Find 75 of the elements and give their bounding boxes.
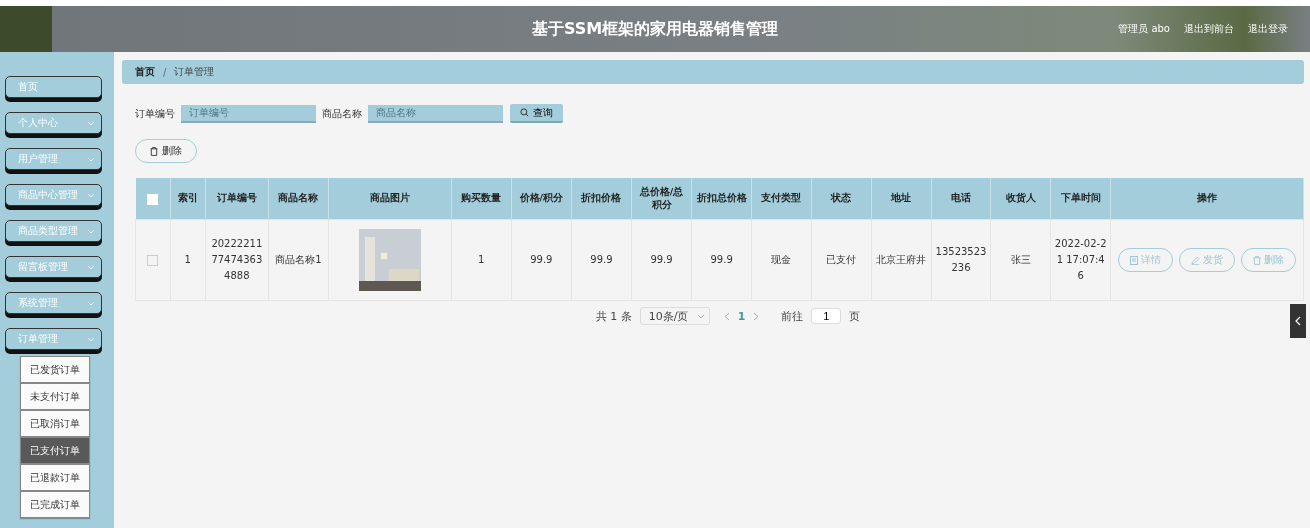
delete-button[interactable]: 删除 [135, 139, 197, 163]
column-header: 价格/积分 [511, 178, 572, 220]
table-cell: 北京王府井 [871, 219, 932, 301]
table-cell: 99.9 [691, 219, 752, 301]
table-cell: 20222211774743634888 [205, 219, 269, 301]
page-suffix: 页 [849, 308, 861, 324]
goto-label: 前往 [781, 308, 804, 324]
submenu-item[interactable]: 未支付订单 [20, 383, 90, 410]
column-header: 折扣总价格 [691, 178, 752, 220]
collapse-tab[interactable] [1290, 304, 1306, 338]
table-cell: 99.9 [511, 219, 572, 301]
previous-page-icon[interactable] [723, 311, 730, 321]
page-input[interactable]: 1 [811, 308, 842, 324]
header-link[interactable]: 退出到前台 [1184, 22, 1234, 36]
chevron-icon [87, 192, 95, 198]
table-cell: 张三 [990, 219, 1051, 301]
field-label: 商品名称 [322, 106, 362, 121]
table-cell: 2022-02-21 17:07:46 [1050, 219, 1111, 301]
table-cell: 1 [170, 219, 206, 301]
pencil-icon [1191, 255, 1201, 265]
column-header: 订单编号 [205, 178, 269, 220]
photo-placeholder [0, 6, 52, 52]
next-page-icon[interactable] [753, 311, 760, 321]
checkbox[interactable] [147, 254, 159, 266]
document-icon [1130, 255, 1139, 265]
column-header: 购买数量 [451, 178, 512, 220]
header-link[interactable]: 退出登录 [1248, 22, 1288, 36]
chevron-icon [87, 156, 95, 162]
site-title: 基于SSM框架的家用电器销售管理 [531, 18, 780, 40]
column-header: 下单时间 [1050, 178, 1111, 220]
submenu-item[interactable]: 已支付订单 [20, 437, 90, 464]
column-header: 商品名称 [268, 178, 329, 220]
chevron-icon [87, 228, 95, 234]
search-icon [520, 108, 529, 117]
chevron-icon [87, 300, 95, 306]
trash-icon [1253, 255, 1262, 265]
search-button[interactable]: 查询 [510, 104, 563, 123]
column-header: 操作 [1110, 178, 1304, 220]
search-field[interactable]: 商品名称 [368, 104, 503, 123]
submenu-item[interactable]: 已退款订单 [20, 464, 90, 491]
chevron-left-icon [1295, 316, 1301, 326]
page-size-select[interactable]: 10条/页 [639, 307, 710, 325]
table-cell: 商品名称1 [268, 219, 329, 301]
trash-icon [150, 146, 158, 156]
admin-name: 管理员 abo [1118, 22, 1170, 36]
column-header: 收货人 [990, 178, 1051, 220]
submenu-item[interactable]: 已取消订单 [20, 410, 90, 437]
table-cell: 99.9 [631, 219, 692, 301]
search-field[interactable]: 订单编号 [181, 104, 316, 123]
table-cell: 已支付 [811, 219, 872, 301]
photo-placeholder [358, 229, 421, 291]
column-header: 商品图片 [328, 178, 452, 220]
column-header: 电话 [931, 178, 991, 220]
submenu-item[interactable]: 已完成订单 [20, 491, 90, 518]
breadcrumb-link[interactable]: 首页 [135, 65, 155, 79]
table-cell: 99.9 [571, 219, 632, 301]
column-header: 支付类型 [751, 178, 812, 220]
field-label: 订单编号 [135, 106, 175, 121]
breadcrumb-link[interactable]: 订单管理 [174, 65, 215, 79]
page-number[interactable]: 1 [737, 309, 746, 323]
chevron-icon [696, 313, 705, 319]
chevron-icon [87, 264, 95, 270]
table-cell: 现金 [751, 219, 812, 301]
column-header: 总价格/总积分 [631, 178, 692, 220]
table-cell: 1 [451, 219, 512, 301]
submenu-item[interactable]: 已发货订单 [20, 356, 90, 383]
total-count: 共 1 条 [595, 308, 632, 324]
column-header: 状态 [811, 178, 872, 220]
chevron-icon [87, 336, 95, 342]
column-header: 索引 [170, 178, 206, 220]
column-header: 地址 [871, 178, 932, 220]
chevron-icon [87, 120, 95, 126]
column-header: 折扣价格 [571, 178, 632, 220]
breadcrumb-separator: / [163, 66, 167, 78]
table-cell: 13523523236 [931, 219, 991, 301]
